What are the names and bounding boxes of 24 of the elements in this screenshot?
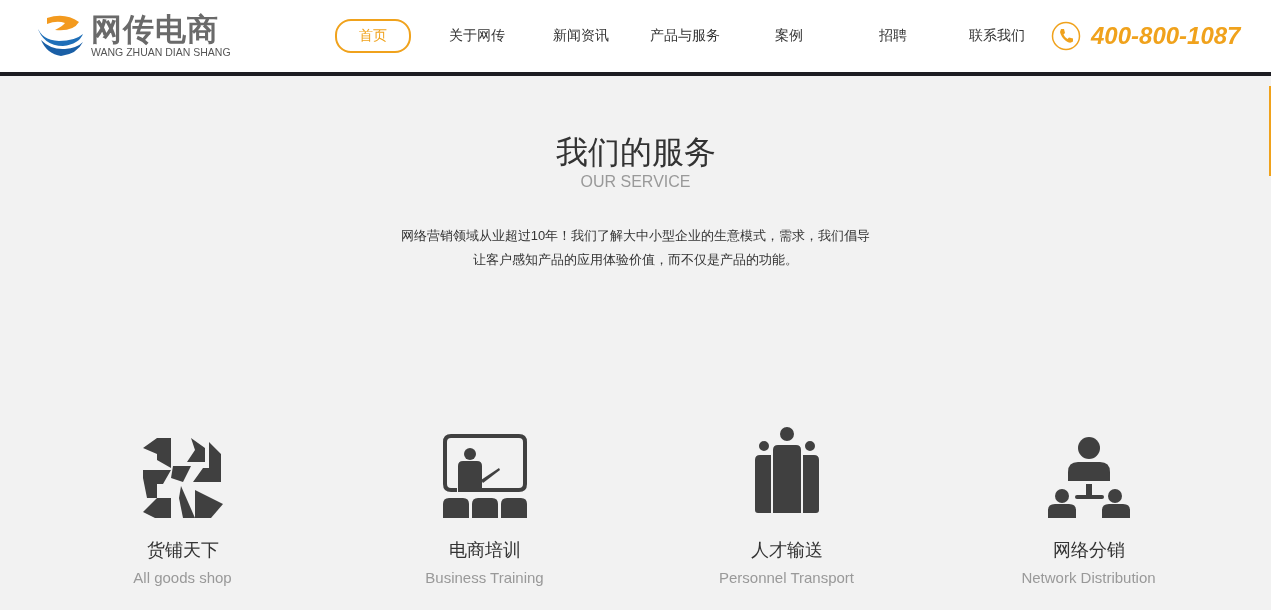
phone-icon [1051, 21, 1081, 51]
service-subtitle: Network Distribution [1021, 568, 1156, 588]
nav-link[interactable]: 产品与服务 [647, 19, 723, 53]
service-subtitle: All goods shop [133, 568, 232, 588]
service-title: 货铺天下 [146, 539, 219, 562]
grid-pinwheel-icon [142, 438, 223, 518]
service-title: 人才输送 [750, 539, 823, 562]
org-hierarchy-icon [1047, 436, 1130, 518]
nav-link[interactable]: 联系我们 [959, 19, 1035, 53]
hotline-number: 400-800-1087 [1091, 22, 1241, 50]
section-subtitle: OUR SERVICE [580, 172, 691, 192]
nav-link[interactable]: 新闻资讯 [543, 19, 619, 53]
service-title: 电商培训 [448, 539, 521, 562]
section-title: 我们的服务 [555, 133, 716, 172]
section-description: 网络营销领域从业超过10年！我们了解大中小型企业的生意模式，需求，我们倡导让客户感知产品的应用体验价值，而不仅是产品的功能。 [399, 227, 872, 269]
teacher-presentation-icon [442, 434, 527, 518]
service-subtitle: Business Training [425, 568, 544, 588]
logo-subtitle: WANG ZHUAN DIAN SHANG [91, 46, 231, 58]
logo-name: 网传电商 [91, 14, 220, 46]
nav-link[interactable]: 招聘 [855, 19, 931, 53]
nav-link[interactable]: 案例 [751, 19, 827, 53]
service-title: 网络分销 [1052, 539, 1125, 562]
service-subtitle: Personnel Transport [718, 568, 855, 588]
nav-link[interactable]: 关于网传 [439, 19, 515, 53]
